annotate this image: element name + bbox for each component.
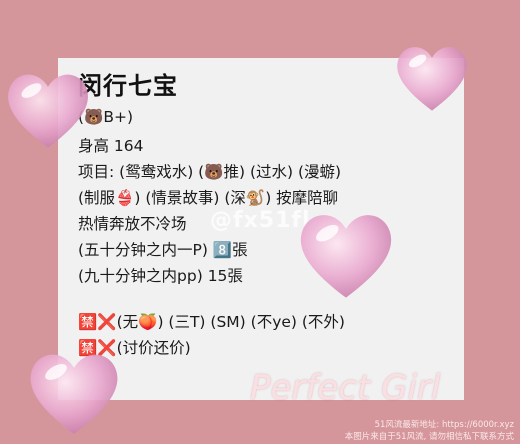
restrictions-line-1: 🈲❌(无🍑) (三T) (SM) (不ye) (不外) — [78, 313, 345, 331]
perfect-girl-caption: Perfect Girl — [250, 368, 441, 408]
heart-icon — [300, 215, 392, 298]
services-line-2: (制服👙) (情景故事) (深🐒) 按摩陪聊 — [78, 189, 339, 207]
price-line-2: (九十分钟之内pp) 15張 — [78, 267, 243, 285]
heart-icon — [8, 74, 88, 148]
footer-address: 51风流最新地址: https://6000r.xyz — [374, 420, 514, 430]
heart-icon — [30, 354, 118, 434]
footer-notice: 本图片来自于51风流, 请勿相信私下联系方式 — [344, 432, 514, 442]
personality-line: 热情奔放不冷场 — [78, 215, 187, 233]
price-line-1: (五十分钟之内一P) 8️⃣張 — [78, 241, 248, 259]
heart-icon — [397, 47, 467, 111]
services-line-1: 项目: (鸳鸯戏水) (🐻推) (过水) (漫蝣) — [78, 163, 342, 181]
